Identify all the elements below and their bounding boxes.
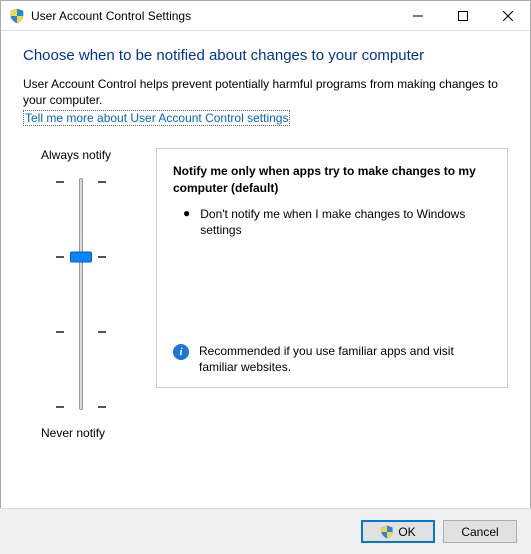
recommendation-text: Recommended if you use familiar apps and…: [199, 343, 491, 375]
uac-shield-icon: [9, 8, 25, 24]
panel-bullet: ● Don't notify me when I make changes to…: [173, 206, 491, 238]
notification-level-slider[interactable]: [56, 174, 106, 414]
info-icon: i: [173, 344, 189, 360]
slider-column: Always notify Never notify: [23, 148, 138, 440]
recommendation-row: i Recommended if you use familiar apps a…: [173, 343, 491, 375]
info-panel: Notify me only when apps try to make cha…: [156, 148, 508, 388]
titlebar: User Account Control Settings: [1, 1, 530, 31]
cancel-button-label: Cancel: [461, 525, 498, 539]
cancel-button[interactable]: Cancel: [443, 520, 517, 543]
minimize-button[interactable]: [395, 1, 440, 30]
bullet-icon: ●: [183, 206, 190, 238]
panel-bullet-text: Don't notify me when I make changes to W…: [200, 206, 491, 238]
body-row: Always notify Never notify Notify me onl…: [23, 148, 508, 440]
slider-label-top: Always notify: [41, 148, 111, 162]
page-description: User Account Control helps prevent poten…: [23, 76, 508, 108]
content-area: Choose when to be notified about changes…: [1, 31, 530, 440]
slider-label-bottom: Never notify: [41, 426, 105, 440]
learn-more-link[interactable]: Tell me more about User Account Control …: [23, 110, 290, 126]
slider-track: [79, 178, 83, 410]
uac-shield-icon: [380, 525, 394, 539]
footer: OK Cancel: [0, 508, 531, 554]
page-heading: Choose when to be notified about changes…: [23, 47, 508, 64]
slider-thumb[interactable]: [70, 252, 92, 263]
maximize-button[interactable]: [440, 1, 485, 30]
ok-button[interactable]: OK: [361, 520, 435, 543]
ok-button-label: OK: [398, 525, 415, 539]
panel-title: Notify me only when apps try to make cha…: [173, 163, 491, 195]
close-button[interactable]: [485, 1, 530, 30]
window-title: User Account Control Settings: [31, 9, 191, 23]
